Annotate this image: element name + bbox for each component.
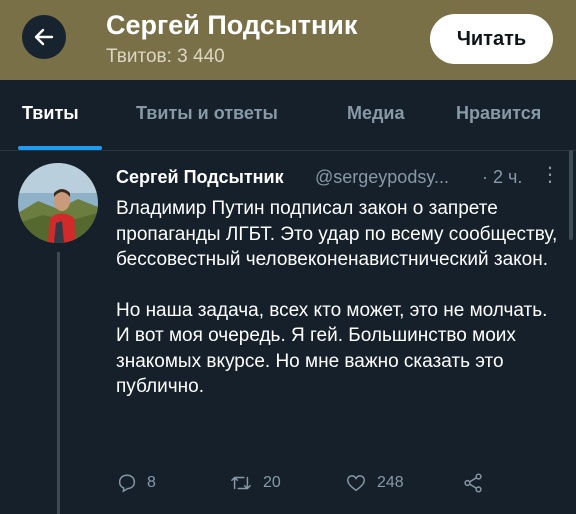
tab-likes[interactable]: Нравится — [456, 103, 541, 124]
like-button[interactable]: 248 — [344, 472, 404, 494]
tweet-paragraph: Владимир Путин подписал закон о запрете … — [116, 198, 558, 270]
like-icon — [347, 475, 365, 492]
active-tab-indicator — [18, 146, 102, 150]
tab-tweets-and-replies[interactable]: Твиты и ответы — [136, 103, 278, 124]
scrollbar[interactable] — [569, 150, 573, 240]
reply-count: 8 — [147, 474, 156, 491]
share-icon — [464, 473, 482, 493]
follow-button[interactable]: Читать — [430, 14, 553, 64]
avatar[interactable] — [18, 163, 98, 243]
profile-header: Сергей Подсытник Твитов: 3 440 Читать — [0, 0, 576, 80]
tweet-author[interactable]: Сергей Подсытник — [116, 167, 284, 188]
profile-tabs: Твиты Твиты и ответы Медиа Нравится — [0, 80, 576, 151]
profile-name: Сергей Подсытник — [106, 10, 358, 40]
tweet-paragraph: Но наша задача, всех кто может, это не м… — [116, 299, 548, 398]
tab-tweets[interactable]: Твиты — [22, 103, 79, 124]
avatar-photo — [18, 163, 98, 243]
retweet-icon — [231, 476, 251, 490]
back-button[interactable] — [22, 15, 66, 59]
tab-media[interactable]: Медиа — [347, 103, 405, 124]
tweet-handle[interactable]: @sergeypodsy... — [315, 167, 449, 188]
like-count: 248 — [377, 474, 404, 491]
back-arrow-icon — [34, 28, 54, 46]
reply-icon — [118, 474, 136, 493]
retweet-count: 20 — [263, 474, 281, 491]
retweet-button[interactable]: 20 — [228, 472, 281, 494]
share-button[interactable] — [462, 472, 484, 494]
more-icon[interactable]: ⋮ — [540, 162, 560, 187]
tweet-time[interactable]: · 2 ч. — [482, 167, 522, 188]
reply-button[interactable]: 8 — [116, 472, 156, 494]
tweet-text: Владимир Путин подписал закон о запрете … — [116, 196, 566, 400]
thread-line — [57, 252, 60, 514]
tweet-count: Твитов: 3 440 — [106, 46, 225, 67]
